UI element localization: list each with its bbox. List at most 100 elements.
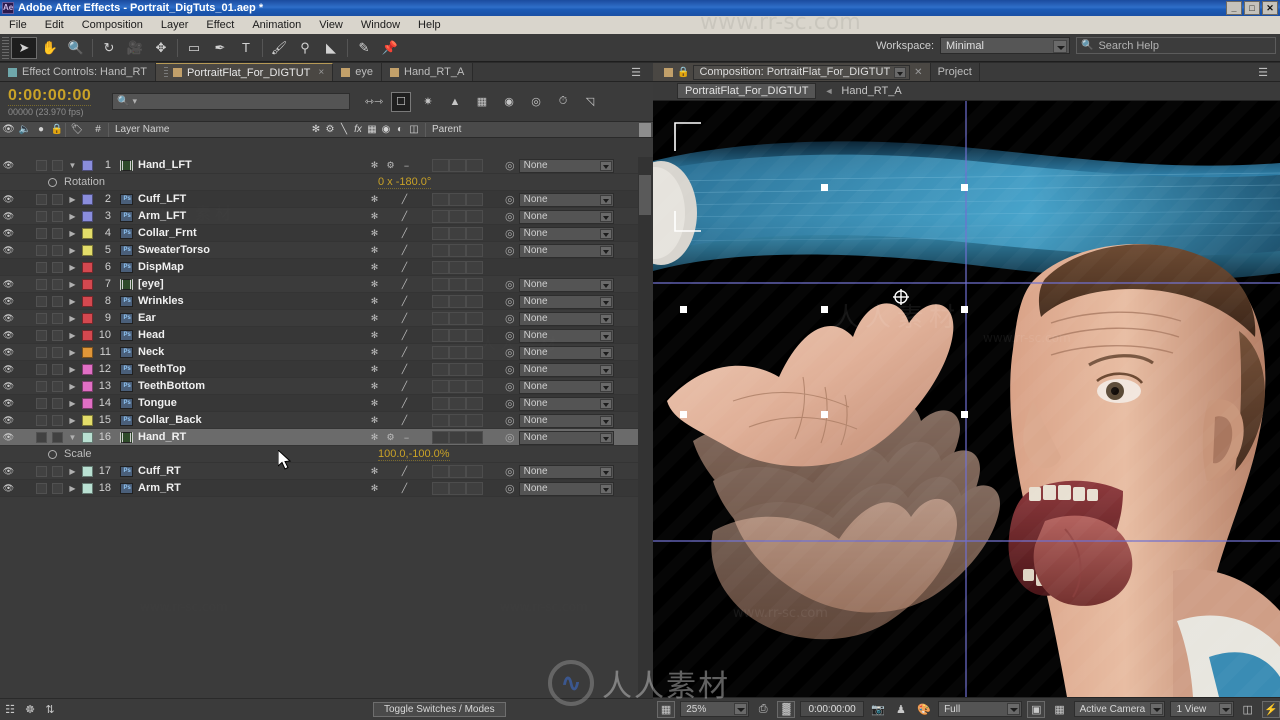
- parent-dropdown[interactable]: None: [518, 328, 614, 343]
- live-update-icon[interactable]: ⇿⇾: [364, 92, 384, 112]
- camera-tool[interactable]: 🎥: [122, 37, 148, 59]
- frame-blend-cell[interactable]: [432, 397, 449, 410]
- zoom-dropdown[interactable]: 25%: [680, 701, 750, 717]
- panel-menu-icon[interactable]: ☰: [631, 66, 641, 79]
- adjustment-cell[interactable]: [466, 465, 483, 478]
- shy-switch-icon[interactable]: ✻: [368, 279, 381, 290]
- shy-switch-icon[interactable]: ✻: [368, 211, 381, 222]
- stopwatch-icon[interactable]: [48, 178, 57, 187]
- layer-lock-toggle[interactable]: [49, 482, 65, 494]
- close-button[interactable]: ✕: [1262, 1, 1278, 15]
- parent-pickwhip-icon[interactable]: ◎: [505, 244, 515, 257]
- quality-switch-icon[interactable]: ╱: [398, 483, 411, 494]
- parent-pickwhip-icon[interactable]: ◎: [505, 414, 515, 427]
- collapse-switch-icon[interactable]: ⚙: [384, 160, 397, 171]
- composition-selector[interactable]: Composition: PortraitFlat_For_DIGTUT: [693, 64, 911, 80]
- table-row[interactable]: 👁 ▼ 16 Hand_RT ✻ ⚙ − ◎ None: [0, 429, 638, 446]
- layer-lock-toggle[interactable]: [49, 210, 65, 222]
- layer-solo-toggle[interactable]: [33, 329, 49, 341]
- motion-blur-cell[interactable]: [449, 244, 466, 257]
- layer-twirl-arrow[interactable]: ▶: [65, 246, 80, 255]
- adjustment-cell[interactable]: [466, 329, 483, 342]
- breadcrumb-current[interactable]: Hand_RT_A: [841, 85, 901, 97]
- layer-visibility-toggle[interactable]: 👁: [0, 415, 17, 426]
- frame-blend-cell[interactable]: [432, 244, 449, 257]
- quality-switch-icon[interactable]: ╱: [398, 398, 411, 409]
- layer-twirl-arrow[interactable]: ▶: [65, 416, 80, 425]
- quality-switch-icon[interactable]: ╱: [398, 194, 411, 205]
- layer-label-color[interactable]: [80, 312, 94, 324]
- quality-switch-icon[interactable]: ╱: [398, 415, 411, 426]
- layer-solo-toggle[interactable]: [33, 278, 49, 290]
- adjustment-cell[interactable]: [466, 210, 483, 223]
- motion-blur-cell[interactable]: [449, 193, 466, 206]
- parent-pickwhip-icon[interactable]: ◎: [505, 329, 515, 342]
- workspace-dropdown[interactable]: Minimal: [940, 37, 1070, 54]
- frame-blend-cell[interactable]: [432, 278, 449, 291]
- table-row[interactable]: 👁▶5SweaterTorso✻╱◎None: [0, 242, 638, 259]
- shy-switch-icon[interactable]: ✻: [368, 364, 381, 375]
- layer-parent[interactable]: ◎ None: [505, 429, 614, 446]
- resolution-dropdown[interactable]: Full: [938, 701, 1023, 717]
- layer-visibility-toggle[interactable]: 👁: [0, 381, 17, 392]
- layer-label-color[interactable]: [80, 346, 94, 358]
- layer-parent[interactable]: ◎ None: [505, 412, 614, 429]
- shy-switch-icon[interactable]: ✻: [368, 262, 381, 273]
- pen-tool[interactable]: ✒: [207, 37, 233, 59]
- parent-dropdown[interactable]: None: [518, 243, 614, 258]
- layer-label-color[interactable]: [80, 397, 94, 409]
- layer-switch-cells[interactable]: [432, 159, 483, 172]
- layer-lock-toggle[interactable]: [49, 244, 65, 256]
- layer-parent[interactable]: ◎ None: [505, 191, 614, 208]
- shy-switch-icon[interactable]: ✻: [368, 347, 381, 358]
- table-row[interactable]: 👁▶10Head✻╱◎None: [0, 327, 638, 344]
- layer-solo-toggle[interactable]: [33, 261, 49, 273]
- shy-switch-icon[interactable]: ✻: [368, 381, 381, 392]
- table-row[interactable]: ▶6DispMap✻╱: [0, 259, 638, 276]
- tab-composition[interactable]: 🔒 Composition: PortraitFlat_For_DIGTUT ✕: [653, 63, 931, 81]
- quality-switch-icon[interactable]: ╱: [398, 313, 411, 324]
- eraser-tool[interactable]: ◣: [318, 37, 344, 59]
- header-layer-name[interactable]: Layer Name: [109, 122, 309, 138]
- parent-dropdown[interactable]: None: [518, 294, 614, 309]
- layer-parent[interactable]: ◎ None: [505, 208, 614, 225]
- parent-dropdown[interactable]: None: [518, 379, 614, 394]
- frame-blend-cell[interactable]: [432, 431, 449, 444]
- layer-twirl-arrow[interactable]: ▼: [65, 161, 80, 170]
- search-help-input[interactable]: 🔍 Search Help: [1076, 37, 1276, 54]
- graph-editor-icon[interactable]: ◹: [580, 92, 600, 112]
- layer-label-color[interactable]: [80, 414, 94, 426]
- toolbar-grip-icon[interactable]: [2, 36, 9, 59]
- layer-parent[interactable]: ◎ None: [505, 378, 614, 395]
- layer-solo-toggle[interactable]: [33, 482, 49, 494]
- adjustment-cell[interactable]: [466, 346, 483, 359]
- layer-visibility-toggle[interactable]: 👁: [0, 296, 17, 307]
- layer-twirl-arrow[interactable]: ▶: [65, 212, 80, 221]
- rotation-tool[interactable]: ↻: [96, 37, 122, 59]
- table-row[interactable]: 👁▶3Arm_LFT✻╱◎None: [0, 208, 638, 225]
- motion-blur-cell[interactable]: [449, 465, 466, 478]
- layer-switch-cells[interactable]: [432, 244, 483, 257]
- adjustment-cell[interactable]: [466, 431, 483, 444]
- adjustment-cell[interactable]: [466, 244, 483, 257]
- property-value[interactable]: 100.0,-100.0%: [378, 448, 450, 461]
- quality-switch-icon[interactable]: ╱: [398, 262, 411, 273]
- parent-pickwhip-icon[interactable]: ◎: [505, 431, 515, 444]
- layer-switch-cells[interactable]: [432, 431, 483, 444]
- header-scroll-thumb[interactable]: [639, 123, 651, 137]
- layer-twirl-arrow[interactable]: ▶: [65, 382, 80, 391]
- quality-switch-icon[interactable]: ╱: [398, 279, 411, 290]
- layer-twirl-arrow[interactable]: ▶: [65, 348, 80, 357]
- shy-switch-icon[interactable]: ✻: [368, 483, 381, 494]
- pan-behind-tool[interactable]: ✥: [148, 37, 174, 59]
- channel-rgb-icon[interactable]: 🎨: [915, 701, 933, 718]
- layer-parent[interactable]: ◎ None: [505, 327, 614, 344]
- layer-switch-cells[interactable]: [432, 193, 483, 206]
- adjustment-cell[interactable]: [466, 295, 483, 308]
- parent-dropdown[interactable]: None: [518, 277, 614, 292]
- layer-label-color[interactable]: [80, 431, 94, 443]
- auto-keyframe-icon[interactable]: ◎: [526, 92, 546, 112]
- search-dropdown-icon[interactable]: ▾: [132, 96, 137, 107]
- adjustment-cell[interactable]: [466, 363, 483, 376]
- menu-item-view[interactable]: View: [310, 16, 352, 34]
